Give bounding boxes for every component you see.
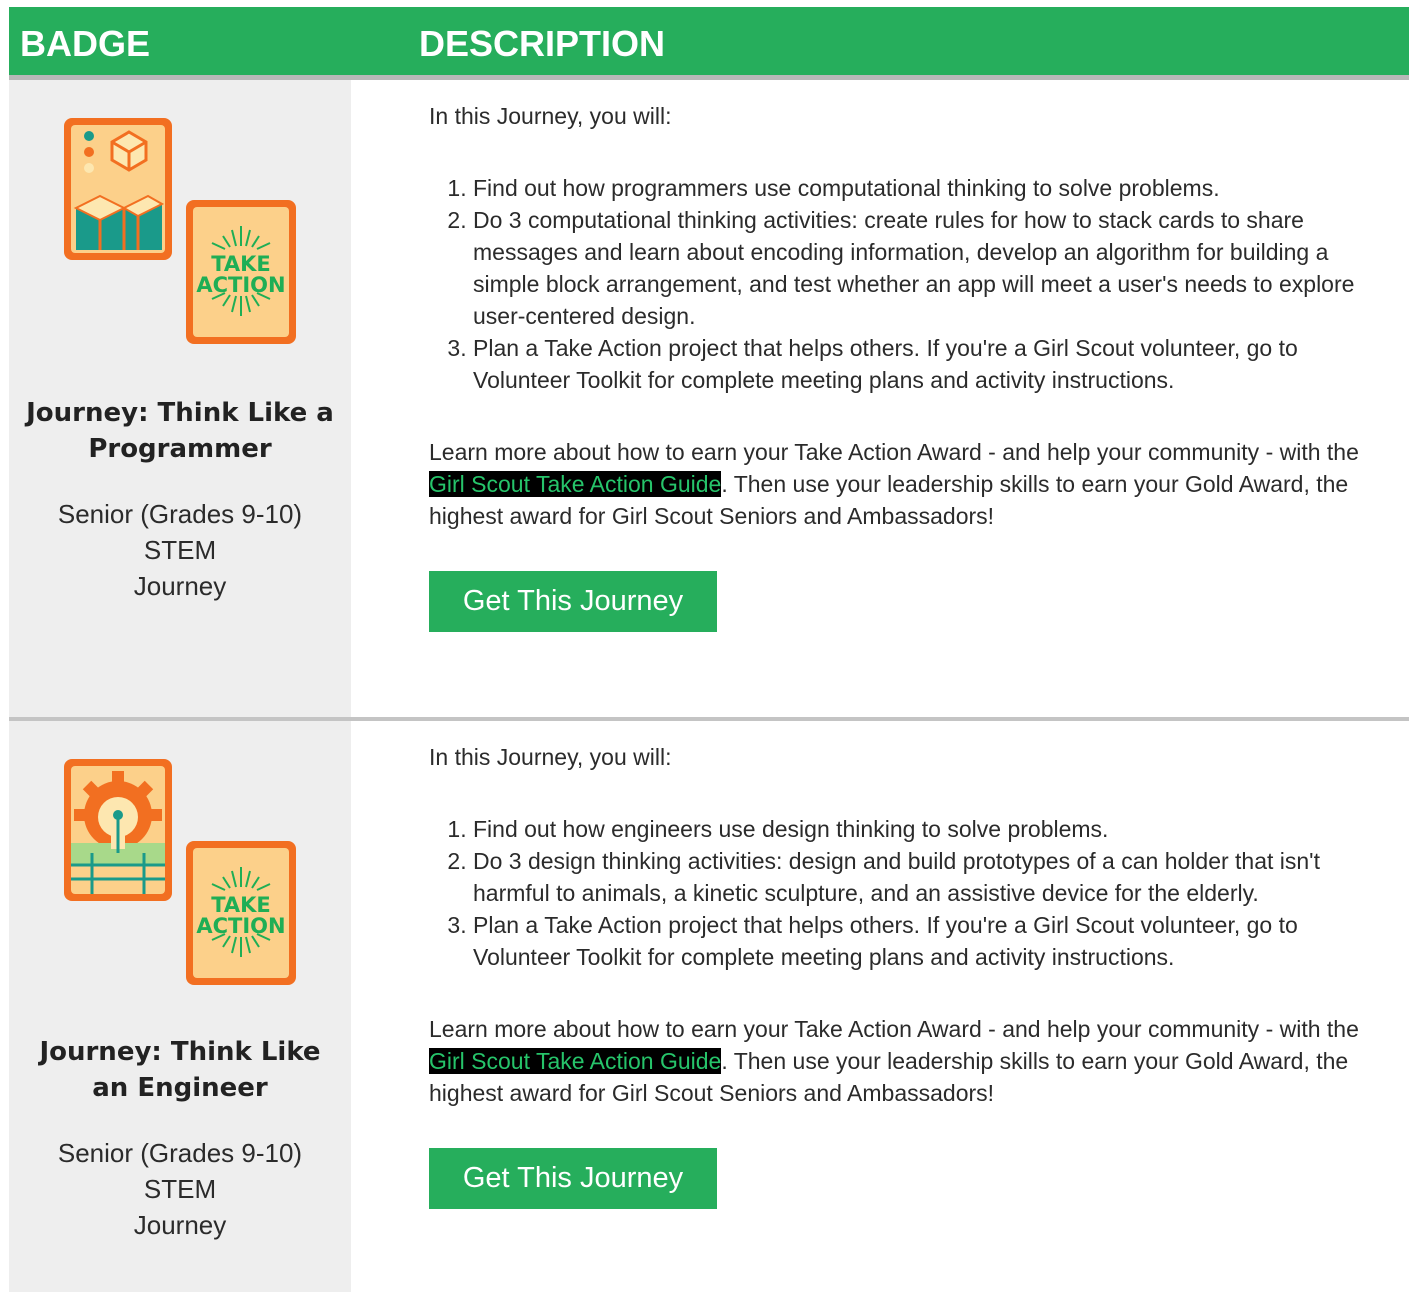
badge-table: BADGE DESCRIPTION TAKE ACTION Journey: T… (9, 7, 1409, 1292)
header-badge-label: BADGE (20, 23, 151, 64)
list-item: Find out how programmers use computation… (473, 172, 1393, 204)
badge-type: Journey (133, 571, 227, 601)
intro-text: In this Journey, you will: (429, 103, 672, 129)
badge-title-line-1: Journey: Think Like (39, 1037, 321, 1067)
take-action-text-2: ACTION (196, 273, 285, 297)
take-action-text-2: ACTION (196, 914, 285, 938)
header-description-label: DESCRIPTION (419, 23, 666, 64)
list-item: Plan a Take Action project that helps ot… (473, 332, 1393, 396)
badge-title: Journey: Think Like an Engineer (9, 1034, 351, 1106)
get-journey-button[interactable]: Get This Journey (429, 1148, 717, 1209)
learn-more-text: Learn more about how to earn your Take A… (429, 436, 1389, 532)
badge-title-line-2: an Engineer (92, 1073, 268, 1103)
badge-column: TAKE ACTION Journey: Think Like an Engin… (9, 721, 351, 1292)
list-item: Find out how engineers use design thinki… (473, 813, 1393, 845)
list-item: Do 3 computational thinking activities: … (473, 204, 1393, 332)
steps-list: Find out how programmers use computation… (429, 172, 1393, 396)
badge-category: STEM (143, 1174, 217, 1204)
learn-more-lead: Learn more about how to earn your Take A… (429, 1016, 1359, 1042)
badge-title-line-2: Programmer (88, 434, 272, 464)
badge-art: TAKE ACTION (64, 118, 296, 344)
table-row: TAKE ACTION Journey: Think Like a Progra… (9, 80, 1409, 721)
take-action-guide-link[interactable]: Girl Scout Take Action Guide (429, 1048, 722, 1074)
list-item: Plan a Take Action project that helps ot… (473, 909, 1393, 973)
badge-title-line-1: Journey: Think Like a (26, 398, 334, 428)
badge-level: Senior (Grades 9-10) (57, 1138, 303, 1168)
learn-more-lead: Learn more about how to earn your Take A… (429, 439, 1359, 465)
steps-list: Find out how engineers use design thinki… (429, 813, 1393, 973)
take-action-guide-link[interactable]: Girl Scout Take Action Guide (429, 471, 722, 497)
list-item: Do 3 design thinking activities: design … (473, 845, 1393, 909)
intro-text: In this Journey, you will: (429, 744, 672, 770)
badge-title: Journey: Think Like a Programmer (9, 395, 351, 467)
get-journey-button[interactable]: Get This Journey (429, 571, 717, 632)
badge-level: Senior (Grades 9-10) (57, 499, 303, 529)
badge-column: TAKE ACTION Journey: Think Like a Progra… (9, 80, 351, 717)
table-row: TAKE ACTION Journey: Think Like an Engin… (9, 721, 1409, 1292)
take-action-badge-icon: TAKE ACTION (186, 200, 296, 344)
badge-meta: Senior (Grades 9-10) STEM Journey (9, 1135, 351, 1243)
badge-art: TAKE ACTION (64, 759, 296, 985)
badge-type: Journey (133, 1210, 227, 1240)
take-action-badge-icon: TAKE ACTION (186, 841, 296, 985)
badge-meta: Senior (Grades 9-10) STEM Journey (9, 496, 351, 604)
computer-code-cube-badge-icon (64, 118, 172, 260)
learn-more-text: Learn more about how to earn your Take A… (429, 1013, 1389, 1109)
table-header: BADGE DESCRIPTION (9, 7, 1409, 80)
badge-category: STEM (143, 535, 217, 565)
lightbulb-gear-badge-icon (64, 759, 172, 901)
